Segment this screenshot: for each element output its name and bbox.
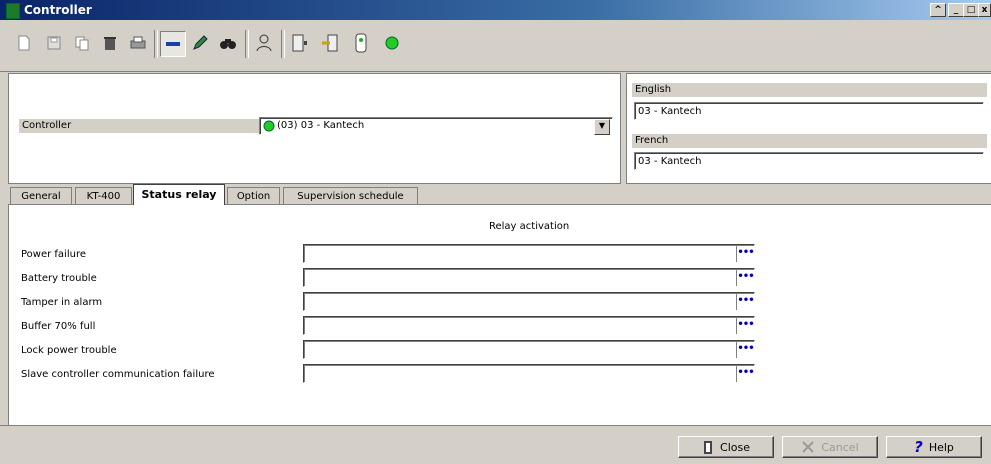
relay-activation-header: Relay activation [489,221,570,232]
slave-controller-comm-failure-relay-field[interactable]: ••• [303,364,755,383]
english-name-field[interactable]: 03 - Kantech [634,102,984,120]
save-icon[interactable] [42,31,66,55]
toolbar-separator [281,30,285,58]
close-window-button[interactable]: x [978,3,991,17]
power-failure-label: Power failure [21,249,86,260]
new-icon[interactable] [12,31,36,55]
browse-button[interactable]: ••• [736,365,755,382]
tab-kt-400[interactable]: KT-400 [75,187,132,204]
copy-icon[interactable] [70,31,94,55]
power-failure-relay-field[interactable]: ••• [303,244,755,263]
buffer-full-label: Buffer 70% full [21,321,96,332]
help-icon: ? [914,438,923,456]
door-icon[interactable] [288,31,312,55]
tamper-in-alarm-label: Tamper in alarm [21,297,103,308]
user-icon[interactable] [252,31,276,55]
toolbar [0,20,991,72]
browse-button[interactable]: ••• [736,341,755,358]
battery-trouble-label: Battery trouble [21,273,97,284]
slave-controller-comm-failure-label: Slave controller communication failure [21,369,215,380]
tamper-in-alarm-relay-field[interactable]: ••• [303,292,755,311]
lock-power-trouble-label: Lock power trouble [21,345,117,356]
status-light-icon[interactable] [380,31,404,55]
window-title: Controller [24,3,92,17]
toolbar-separator [154,30,158,58]
maximize-button[interactable]: □ [963,3,979,17]
browse-button[interactable]: ••• [736,269,755,286]
delete-icon[interactable] [98,31,122,55]
browse-button[interactable]: ••• [736,245,755,262]
title-bar: Controller ^ _ □ x [0,0,991,20]
print-icon[interactable] [126,31,150,55]
controller-select-value: (03) 03 - Kantech [277,120,365,131]
cancel-icon [802,441,815,453]
link-icon[interactable] [160,31,186,57]
chevron-down-icon[interactable]: ▼ [594,119,610,135]
lock-power-trouble-relay-field[interactable]: ••• [303,340,755,359]
find-icon[interactable] [216,31,240,55]
relay-icon[interactable] [318,31,342,55]
close-button[interactable]: Close [678,436,774,458]
input-icon[interactable] [349,31,373,55]
close-button-label: Close [720,440,750,454]
door-exit-icon [704,441,713,454]
tab-general[interactable]: General [10,187,72,204]
french-name-field[interactable]: 03 - Kantech [634,152,984,170]
restore-up-button[interactable]: ^ [930,3,946,17]
toolbar-separator [245,30,249,58]
browse-button[interactable]: ••• [736,293,755,310]
name-translations-panel: English 03 - Kantech French 03 - Kantech [626,73,991,184]
controller-label: Controller [19,119,260,133]
status-light-icon [263,120,275,132]
help-button[interactable]: ? Help [886,436,982,458]
tab-status-relay[interactable]: Status relay [133,184,225,205]
bottom-button-bar: Close Cancel ? Help [0,425,991,464]
tab-supervision-schedule[interactable]: Supervision schedule [283,187,418,204]
controller-select[interactable]: (03) 03 - Kantech ▼ [259,117,613,135]
status-relay-tab-content: Relay activation Power failure ••• Batte… [8,204,991,425]
english-label: English [632,83,987,97]
help-button-label: Help [928,440,954,454]
minimize-button[interactable]: _ [948,3,964,17]
cancel-button-label: Cancel [821,440,859,454]
french-label: French [632,134,987,148]
browse-button[interactable]: ••• [736,317,755,334]
tab-option[interactable]: Option [227,187,280,204]
battery-trouble-relay-field[interactable]: ••• [303,268,755,287]
app-icon [6,3,20,19]
controller-header-panel: Controller (03) 03 - Kantech ▼ [8,73,621,184]
buffer-full-relay-field[interactable]: ••• [303,316,755,335]
pencil-icon[interactable] [188,31,212,55]
cancel-button[interactable]: Cancel [782,436,878,458]
